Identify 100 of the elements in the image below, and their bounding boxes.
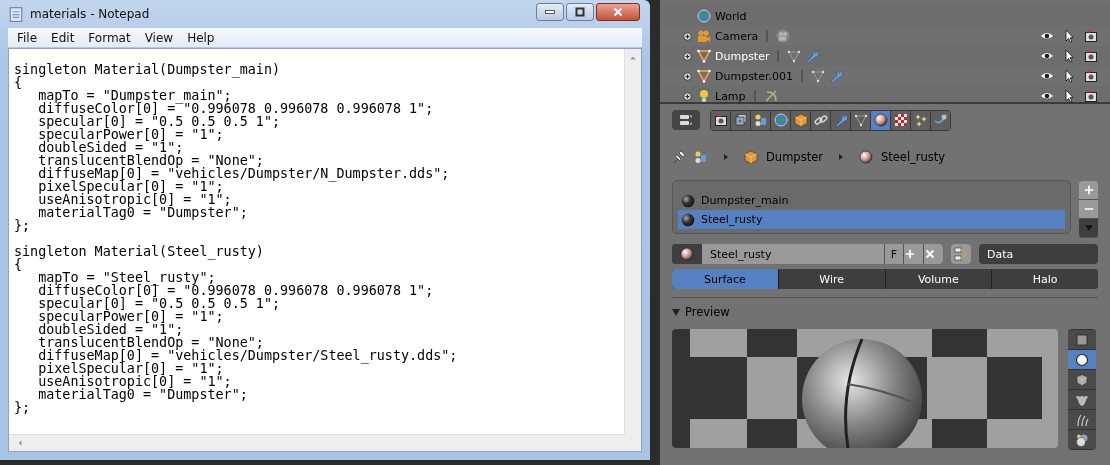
code-line: doubleSided = "1";	[37, 323, 184, 336]
menu-item[interactable]: Help	[180, 30, 222, 45]
outliner-item[interactable]: World	[715, 9, 747, 23]
properties-tab[interactable]	[871, 110, 890, 130]
outliner-item[interactable]: Camera	[715, 29, 759, 43]
link-dropdown[interactable]: Data	[979, 244, 1098, 264]
image-stack-icon	[733, 113, 748, 127]
preview-shape-button[interactable]	[1068, 370, 1096, 389]
sparkles-icon	[913, 113, 928, 127]
text-editor[interactable]	[9, 49, 624, 434]
camera-icon[interactable]	[1084, 49, 1098, 63]
triangle-icon	[697, 69, 711, 83]
expand-icon[interactable]	[682, 30, 693, 42]
outliner-item[interactable]: Dumpster.001	[715, 69, 793, 83]
properties-tab[interactable]	[791, 110, 810, 130]
properties-tab[interactable]	[751, 110, 770, 130]
code-line: {	[14, 258, 23, 271]
camera-icon[interactable]	[1084, 69, 1098, 83]
fake-user-button[interactable]: F	[884, 244, 903, 264]
expand-icon[interactable]	[682, 70, 693, 82]
menu-item[interactable]: File	[10, 30, 45, 45]
outliner-item[interactable]: Dumpster	[715, 49, 770, 63]
vertex-triangle-icon	[853, 113, 868, 127]
type-tab[interactable]: Volume	[885, 269, 992, 289]
code-line: {	[14, 76, 23, 89]
checker-icon	[893, 113, 908, 127]
disclosure-triangle-icon[interactable]	[672, 308, 680, 316]
material-slot[interactable]: Dumpster_main	[678, 191, 1065, 210]
code-line: diffuseColor[0] = "0.996078 0.996078 0.996078 1";	[37, 102, 434, 115]
code-line: specular[0] = "0.5 0.5 0.5 1";	[37, 297, 281, 310]
use-nodes-button[interactable]	[951, 244, 971, 264]
preview-shape-button[interactable]	[1068, 430, 1096, 449]
code-line: mapTo = "Dumpster_main";	[37, 89, 232, 102]
minimize-button[interactable]	[536, 3, 564, 21]
camera-icon[interactable]	[1084, 29, 1098, 43]
menu-item[interactable]: Format	[81, 30, 138, 45]
code-line: useAnisotropic[0] = "1";	[37, 375, 232, 388]
properties-tab[interactable]	[851, 110, 870, 130]
pointer-icon[interactable]	[1062, 89, 1076, 102]
outliner-item[interactable]: Lamp	[715, 89, 746, 102]
triangle-icon	[697, 49, 711, 63]
new-material-button[interactable]	[903, 244, 923, 264]
globe-icon	[773, 113, 788, 127]
remove-slot-button[interactable]	[1079, 200, 1098, 219]
shapes-icon	[694, 150, 708, 164]
panel-title: Preview	[685, 305, 730, 319]
cube-icon	[1075, 372, 1089, 387]
properties-tab[interactable]	[891, 110, 910, 130]
editor-type-button[interactable]	[672, 110, 700, 130]
wrench-icon	[805, 49, 820, 63]
code-line: singleton Material(Dumpster_main)	[14, 63, 281, 76]
breadcrumb-label: Steel_rusty	[880, 150, 946, 164]
breadcrumb-label: Dumpster	[766, 150, 823, 164]
pin-icon[interactable]	[672, 150, 686, 164]
code-line: pixelSpecular[0] = "1";	[37, 362, 224, 375]
code-line: doubleSided = "1";	[37, 141, 184, 154]
code-line: specularPower[0] = "1";	[37, 128, 224, 141]
sphere-icon	[1075, 352, 1089, 367]
cube-icon	[744, 150, 758, 164]
material-name-field[interactable]: Steel_rusty	[702, 244, 884, 264]
preview-shape-button[interactable]	[1068, 350, 1096, 369]
code-line: pixelSpecular[0] = "1";	[37, 180, 224, 193]
properties-tab[interactable]	[731, 110, 750, 130]
unlink-button[interactable]	[923, 244, 943, 264]
properties-tab[interactable]	[711, 110, 730, 130]
expand-icon[interactable]	[682, 90, 693, 102]
vertex-triangle-icon	[787, 49, 802, 63]
close-icon	[924, 248, 936, 260]
code-line: specular[0] = "0.5 0.5 0.5 1";	[37, 115, 281, 128]
window-title: materials - Notepad	[30, 7, 151, 21]
close-button[interactable]	[596, 3, 640, 21]
type-tab[interactable]: Wire	[778, 269, 885, 289]
type-tab[interactable]: Halo	[992, 269, 1098, 289]
add-slot-button[interactable]	[1079, 181, 1098, 200]
chain-link-icon	[813, 113, 828, 127]
code-line: materialTag0 = "Dumpster";	[37, 388, 248, 401]
globe-icon	[697, 9, 711, 23]
properties-tab[interactable]	[811, 110, 830, 130]
material-ball-icon	[681, 212, 695, 227]
maximize-button[interactable]	[566, 3, 594, 21]
expand-icon[interactable]	[682, 50, 693, 62]
plus-icon	[1082, 184, 1095, 196]
wrench-icon	[828, 69, 843, 83]
pointer-icon[interactable]	[1062, 69, 1076, 83]
material-slot[interactable]: Steel_rusty	[678, 210, 1065, 229]
code-line: specularPower[0] = "1";	[37, 310, 224, 323]
lamp-arc-icon	[763, 89, 778, 102]
pointer-icon[interactable]	[1062, 29, 1076, 43]
menu-item[interactable]: Edit	[44, 30, 82, 45]
pointer-icon[interactable]	[1062, 49, 1076, 63]
material-ball-icon	[858, 150, 873, 164]
camera-icon[interactable]	[1084, 89, 1098, 102]
type-tab[interactable]: Surface	[672, 269, 778, 289]
wrench-icon	[833, 113, 848, 127]
properties-tab[interactable]	[931, 110, 950, 130]
properties-tab[interactable]	[771, 110, 790, 130]
material-ball-icon	[681, 193, 695, 208]
menu-item[interactable]: View	[137, 30, 181, 45]
specials-menu-button[interactable]	[1079, 219, 1098, 238]
properties-tab[interactable]	[911, 110, 930, 130]
